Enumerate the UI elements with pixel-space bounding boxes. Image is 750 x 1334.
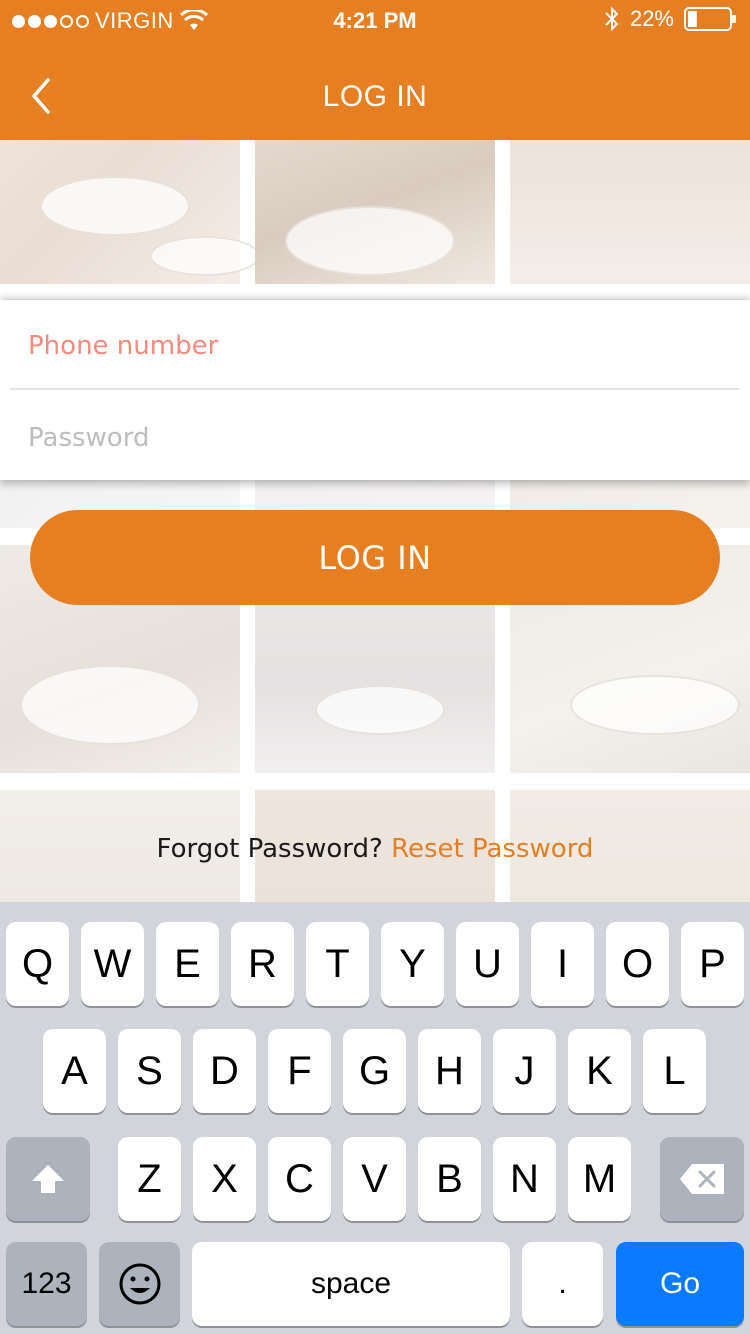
space-key[interactable]: space	[192, 1242, 510, 1326]
restaurant-photo	[0, 140, 260, 284]
key-u[interactable]: U	[456, 922, 519, 1006]
key-l[interactable]: L	[643, 1029, 706, 1113]
battery-icon	[684, 7, 736, 31]
key-r[interactable]: R	[231, 922, 294, 1006]
forgot-password-text: Forgot Password?	[156, 834, 383, 864]
shift-key[interactable]	[6, 1137, 90, 1221]
key-q[interactable]: Q	[6, 922, 69, 1006]
key-m[interactable]: M	[568, 1137, 631, 1221]
key-h[interactable]: H	[418, 1029, 481, 1113]
navigation-bar: LOG IN	[0, 50, 750, 140]
period-key[interactable]: .	[522, 1242, 603, 1326]
key-e[interactable]: E	[156, 922, 219, 1006]
key-v[interactable]: V	[343, 1137, 406, 1221]
key-k[interactable]: K	[568, 1029, 631, 1113]
key-z[interactable]: Z	[118, 1137, 181, 1221]
key-y[interactable]: Y	[381, 922, 444, 1006]
emoji-key[interactable]	[99, 1242, 180, 1326]
key-f[interactable]: F	[268, 1029, 331, 1113]
key-x[interactable]: X	[193, 1137, 256, 1221]
numbers-key[interactable]: 123	[6, 1242, 87, 1326]
battery-percent: 22%	[629, 6, 674, 31]
key-i[interactable]: I	[531, 922, 594, 1006]
password-input[interactable]	[28, 420, 728, 456]
shift-icon	[32, 1165, 64, 1193]
key-p[interactable]: P	[681, 922, 744, 1006]
onscreen-keyboard: Q W E R T Y U I O P A S D F G H J K L Z …	[0, 902, 750, 1334]
emoji-icon	[119, 1263, 160, 1305]
bluetooth-icon	[605, 6, 619, 32]
login-button[interactable]: LOG IN	[30, 510, 720, 605]
app-header: VIRGIN 4:21 PM 22% LOG IN	[0, 0, 750, 140]
key-s[interactable]: S	[118, 1029, 181, 1113]
backspace-key[interactable]	[660, 1137, 744, 1221]
status-bar: VIRGIN 4:21 PM 22%	[0, 0, 750, 40]
go-key[interactable]: Go	[616, 1242, 744, 1326]
field-divider	[10, 388, 740, 390]
key-t[interactable]: T	[306, 922, 369, 1006]
key-g[interactable]: G	[343, 1029, 406, 1113]
forgot-password-row: Forgot Password? Reset Password	[0, 834, 750, 864]
key-b[interactable]: B	[418, 1137, 481, 1221]
restaurant-photo	[255, 140, 495, 284]
restaurant-photo	[510, 140, 750, 284]
page-title: LOG IN	[322, 80, 428, 113]
key-w[interactable]: W	[81, 922, 144, 1006]
key-o[interactable]: O	[606, 922, 669, 1006]
key-j[interactable]: J	[493, 1029, 556, 1113]
key-a[interactable]: A	[43, 1029, 106, 1113]
key-c[interactable]: C	[268, 1137, 331, 1221]
key-d[interactable]: D	[193, 1029, 256, 1113]
reset-password-link[interactable]: Reset Password	[391, 834, 593, 864]
login-form	[0, 300, 750, 480]
key-n[interactable]: N	[493, 1137, 556, 1221]
phone-number-input[interactable]	[28, 328, 728, 364]
backspace-icon	[680, 1164, 724, 1194]
